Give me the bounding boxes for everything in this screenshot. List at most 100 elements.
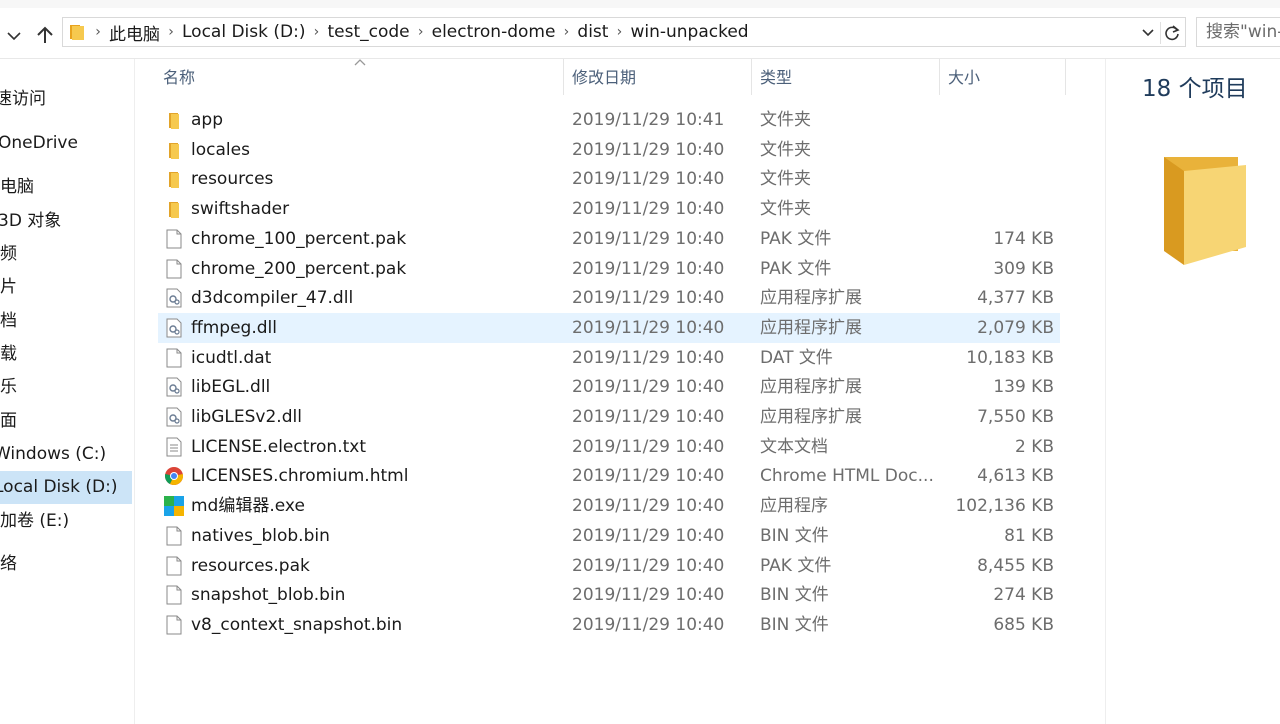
breadcrumb-item[interactable]: electron-dome: [432, 22, 556, 42]
column-separator[interactable]: [563, 59, 564, 95]
file-icon: [164, 229, 184, 249]
breadcrumb-chevron-icon[interactable]: ›: [608, 24, 630, 40]
file-date: 2019/11/29 10:41: [572, 110, 725, 130]
file-row[interactable]: d3dcompiler_47.dll 2019/11/29 10:40 应用程序扩展…: [158, 283, 1060, 313]
file-row[interactable]: chrome_200_percent.pak 2019/11/29 10:40 PA…: [158, 254, 1060, 284]
file-name: locales: [191, 139, 250, 160]
file-type: 文件夹: [760, 199, 811, 220]
file-type: 应用程序扩展: [760, 288, 862, 309]
sidebar-item-label: 快速访问: [0, 89, 46, 109]
sidebar-item[interactable]: 新加卷 (E:): [0, 505, 134, 538]
file-name: resources.pak: [191, 555, 310, 576]
file-row[interactable]: icudtl.dat 2019/11/29 10:40 DAT 文件 10,183 K…: [158, 343, 1060, 373]
sidebar-item[interactable]: 此电脑: [0, 171, 134, 204]
column-separator[interactable]: [1065, 59, 1066, 95]
column-header-date[interactable]: 修改日期: [572, 59, 636, 95]
file-name: libGLESv2.dll: [191, 407, 302, 427]
file-size: 685 KB: [993, 614, 1054, 635]
file-date: 2019/11/29 10:40: [572, 407, 725, 427]
sidebar-item[interactable]: 图片: [0, 271, 134, 304]
column-separator[interactable]: [939, 59, 940, 95]
folder-icon: [164, 199, 184, 219]
address-bar[interactable]: › 此电脑 › Local Disk (D:) › test_code › electron-…: [62, 17, 1186, 47]
sidebar-item[interactable]: 下载: [0, 338, 134, 371]
column-separator[interactable]: [751, 59, 752, 95]
file-name: libEGL.dll: [191, 377, 271, 398]
sidebar-item[interactable]: 桌面: [0, 405, 134, 438]
sidebar-item-label: Local Disk (D:): [0, 477, 118, 497]
sidebar-item[interactable]: 网络: [0, 548, 134, 581]
file-date: 2019/11/29 10:40: [572, 525, 725, 546]
file-size: 81 KB: [1004, 525, 1054, 546]
column-header-size[interactable]: 大小: [948, 59, 980, 95]
file-row[interactable]: md编辑器.exe 2019/11/29 10:40 应用程序 102,136 KB: [158, 491, 1060, 521]
file-icon: [164, 259, 184, 279]
exe-icon: [164, 496, 184, 517]
breadcrumb-item[interactable]: Local Disk (D:): [182, 22, 305, 42]
file-row[interactable]: LICENSE.electron.txt 2019/11/29 10:40 文本文档…: [158, 432, 1060, 462]
file-row[interactable]: libGLESv2.dll 2019/11/29 10:40 应用程序扩展 7,550…: [158, 402, 1060, 432]
column-header-type[interactable]: 类型: [760, 59, 792, 95]
file-row[interactable]: swiftshader 2019/11/29 10:40 文件夹: [158, 194, 1060, 224]
column-header-name[interactable]: 名称: [163, 59, 366, 95]
folder-preview-icon: [1164, 157, 1246, 265]
file-row[interactable]: resources 2019/11/29 10:40 文件夹: [158, 164, 1060, 194]
file-date: 2019/11/29 10:40: [572, 555, 725, 576]
file-row[interactable]: LICENSES.chromium.html 2019/11/29 10:40 Ch…: [158, 461, 1060, 491]
search-input[interactable]: 搜索"win-unpacked": [1196, 17, 1280, 47]
sidebar-item[interactable]: Windows (C:): [0, 438, 134, 471]
breadcrumb-item[interactable]: dist: [577, 22, 608, 42]
file-row[interactable]: app 2019/11/29 10:41 文件夹: [158, 105, 1060, 135]
file-row[interactable]: v8_context_snapshot.bin 2019/11/29 10:40 B…: [158, 610, 1060, 640]
file-date: 2019/11/29 10:40: [572, 228, 725, 249]
file-icon: [164, 615, 184, 635]
sidebar-item[interactable]: 文档: [0, 305, 134, 338]
file-type: 文件夹: [760, 110, 811, 130]
file-row[interactable]: chrome_100_percent.pak 2019/11/29 10:40 PA…: [158, 224, 1060, 254]
folder-icon: [164, 140, 184, 160]
up-arrow-icon[interactable]: [32, 22, 58, 48]
breadcrumb-item[interactable]: 此电脑: [109, 20, 160, 45]
breadcrumb-item[interactable]: win-unpacked: [630, 22, 748, 42]
file-row[interactable]: resources.pak 2019/11/29 10:40 PAK 文件 8,455…: [158, 551, 1060, 581]
file-row[interactable]: libEGL.dll 2019/11/29 10:40 应用程序扩展 139 KB: [158, 372, 1060, 402]
file-date: 2019/11/29 10:40: [572, 139, 725, 160]
breadcrumb: › 此电脑 › Local Disk (D:) › test_code › electron-…: [87, 18, 748, 46]
breadcrumb-chevron-icon[interactable]: ›: [555, 24, 577, 40]
file-icon: [164, 526, 184, 546]
refresh-icon[interactable]: [1160, 22, 1183, 44]
breadcrumb-chevron-icon[interactable]: ›: [87, 24, 109, 40]
sidebar-item-label: Windows (C:): [0, 444, 107, 464]
sidebar-item[interactable]: 3D 对象: [0, 205, 134, 238]
breadcrumb-chevron-icon[interactable]: ›: [410, 24, 432, 40]
address-history-dropdown-icon[interactable]: [1139, 23, 1157, 41]
sidebar-item[interactable]: OneDrive: [0, 127, 134, 160]
file-row[interactable]: snapshot_blob.bin 2019/11/29 10:40 BIN 文件 2…: [158, 580, 1060, 610]
file-icon: [164, 348, 184, 368]
sort-ascending-icon: [354, 59, 366, 66]
column-header-type-label: 类型: [760, 68, 793, 87]
recent-locations-chevron-icon[interactable]: [4, 26, 24, 46]
file-row[interactable]: natives_blob.bin 2019/11/29 10:40 BIN 文件 81…: [158, 521, 1060, 551]
breadcrumb-chevron-icon[interactable]: ›: [305, 24, 327, 40]
item-count: 18 个项目: [1142, 76, 1248, 102]
sidebar-item[interactable]: Local Disk (D:): [0, 471, 132, 504]
file-size: 139 KB: [993, 377, 1054, 398]
file-type: 文件夹: [760, 169, 811, 190]
file-type: BIN 文件: [760, 585, 829, 606]
file-row[interactable]: ffmpeg.dll 2019/11/29 10:40 应用程序扩展 2,079 KB: [158, 312, 1060, 343]
file-row[interactable]: locales 2019/11/29 10:40 文件夹: [158, 135, 1060, 165]
folder-icon: [164, 110, 184, 130]
sidebar-item-label: 视频: [0, 244, 17, 264]
sidebar-item-label: 图片: [0, 277, 17, 297]
breadcrumb-chevron-icon[interactable]: ›: [160, 24, 182, 40]
file-date: 2019/11/29 10:40: [572, 466, 725, 487]
sidebar-item[interactable]: 视频: [0, 238, 134, 271]
breadcrumb-item[interactable]: test_code: [327, 22, 409, 42]
sidebar-item[interactable]: 快速访问: [0, 83, 134, 116]
file-size: 10,183 KB: [966, 347, 1054, 368]
sidebar-item[interactable]: 音乐: [0, 371, 134, 404]
file-name: chrome_200_percent.pak: [191, 258, 407, 279]
file-date: 2019/11/29 10:40: [572, 288, 725, 309]
navigation-pane: 快速访问 OneDrive 此电脑 3D 对象视频图片文档下载音乐桌面 Windows …: [0, 59, 134, 724]
